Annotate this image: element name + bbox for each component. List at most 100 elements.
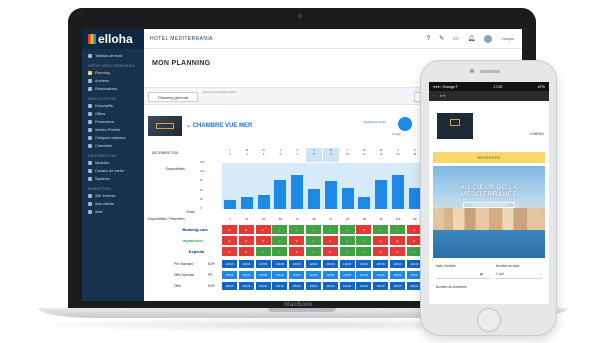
closed-cell[interactable]: ✕ bbox=[222, 236, 238, 245]
menu-button[interactable]: ≡ MENU bbox=[530, 132, 544, 136]
date-cell[interactable]: M5 bbox=[256, 148, 272, 162]
open-cell[interactable]: ✓ bbox=[322, 225, 339, 234]
date-cell[interactable]: D9 bbox=[322, 148, 339, 162]
price-cell[interactable]: 110,00 bbox=[322, 271, 339, 279]
back-icon[interactable]: ‹ bbox=[433, 94, 434, 98]
price-cell[interactable]: 120,00 bbox=[289, 260, 306, 268]
closed-cell[interactable]: ✕ bbox=[289, 247, 306, 256]
price-cell[interactable]: 110,00 bbox=[222, 271, 238, 279]
closed-cell[interactable]: ✕ bbox=[322, 247, 339, 256]
closed-cell[interactable]: ✕ bbox=[222, 225, 238, 234]
price-cell[interactable]: 120,00 bbox=[373, 260, 390, 268]
open-cell[interactable]: ✓ bbox=[356, 247, 373, 256]
price-cell[interactable]: 100,00 bbox=[390, 282, 406, 290]
open-cell[interactable]: ✓ bbox=[390, 225, 406, 234]
carousel-prev-icon[interactable]: ‹ bbox=[436, 206, 438, 212]
hero-cta-button[interactable]: TROUVER LES PLUS BELLES bbox=[463, 202, 515, 208]
language-selector[interactable]: fr ▾ bbox=[440, 94, 445, 98]
quick-edit-link[interactable]: Modification rapide bbox=[364, 121, 392, 124]
dispo-value[interactable]: 26 bbox=[340, 217, 356, 221]
closed-cell[interactable]: ✕ bbox=[238, 236, 255, 245]
closed-cell[interactable]: ✕ bbox=[238, 225, 255, 234]
book-banner[interactable]: RÉSERVER bbox=[433, 152, 545, 163]
open-cell[interactable]: ✓ bbox=[339, 247, 356, 256]
price-cell[interactable]: 100,00 bbox=[238, 282, 255, 290]
dispo-value[interactable]: 118 bbox=[390, 217, 406, 221]
closed-cell[interactable]: ✕ bbox=[356, 225, 373, 234]
dispo-value[interactable]: 5 bbox=[222, 217, 238, 221]
date-cell[interactable]: M 11 bbox=[356, 148, 372, 162]
tab-planning-general[interactable]: Planning général bbox=[148, 92, 198, 102]
home-button[interactable] bbox=[477, 308, 501, 332]
date-cell[interactable]: J 13 bbox=[390, 148, 406, 162]
dispo-value[interactable]: 31 bbox=[239, 217, 255, 221]
date-cell[interactable]: M 12 bbox=[373, 148, 389, 162]
closed-cell[interactable]: ✕ bbox=[390, 236, 406, 245]
price-cell[interactable]: 120,00 bbox=[255, 260, 272, 268]
date-cell[interactable]: L3 bbox=[222, 148, 238, 162]
price-cell[interactable]: 120,00 bbox=[356, 260, 373, 268]
price-cell[interactable]: 110,00 bbox=[238, 271, 255, 279]
closed-cell[interactable]: ✕ bbox=[255, 225, 272, 234]
price-cell[interactable]: 100,00 bbox=[222, 282, 238, 290]
room-title[interactable]: ⌄ CHAMBRE VUE MER bbox=[186, 122, 252, 129]
arrival-date-field[interactable]: ▦ bbox=[436, 270, 490, 279]
price-cell[interactable]: 100,00 bbox=[306, 282, 322, 290]
price-cell[interactable]: 100,00 bbox=[373, 282, 390, 290]
price-cell[interactable]: 110,00 bbox=[289, 271, 306, 279]
open-cell[interactable]: ✓ bbox=[339, 236, 356, 245]
price-cell[interactable]: 110,00 bbox=[272, 271, 289, 279]
price-cell[interactable]: 110,00 bbox=[306, 271, 322, 279]
price-cell[interactable]: 120,00 bbox=[222, 260, 238, 268]
dispo-value[interactable]: 29 bbox=[256, 217, 272, 221]
mode-toggle-button[interactable] bbox=[398, 117, 412, 131]
dispo-value[interactable]: 41 bbox=[289, 217, 305, 221]
dispo-value[interactable]: 80 bbox=[272, 217, 288, 221]
date-cell[interactable]: J6 bbox=[272, 148, 288, 162]
date-cell[interactable]: M4 bbox=[239, 148, 255, 162]
price-cell[interactable]: 110,00 bbox=[373, 271, 390, 279]
closed-cell[interactable]: ✕ bbox=[222, 247, 238, 256]
dispo-value[interactable]: 47 bbox=[323, 217, 339, 221]
date-cell[interactable]: L 10 bbox=[340, 148, 356, 162]
price-cell[interactable]: 120,00 bbox=[322, 260, 339, 268]
dispo-value[interactable]: 38 bbox=[356, 217, 372, 221]
hotel-logo[interactable] bbox=[437, 113, 473, 139]
price-cell[interactable]: 120,00 bbox=[238, 260, 255, 268]
price-cell[interactable]: 100,00 bbox=[356, 282, 373, 290]
price-cell[interactable]: 100,00 bbox=[272, 282, 289, 290]
price-cell[interactable]: 100,00 bbox=[255, 282, 272, 290]
open-cell[interactable]: ✓ bbox=[339, 225, 356, 234]
price-cell[interactable]: 100,00 bbox=[289, 282, 306, 290]
open-cell[interactable]: ✓ bbox=[356, 236, 373, 245]
closed-cell[interactable]: ✕ bbox=[255, 236, 272, 245]
carousel-next-icon[interactable]: › bbox=[537, 206, 539, 212]
price-cell[interactable]: 100,00 bbox=[339, 282, 356, 290]
open-cell[interactable]: ✓ bbox=[306, 236, 322, 245]
price-cell[interactable]: 110,00 bbox=[255, 271, 272, 279]
open-cell[interactable]: ✓ bbox=[272, 225, 289, 234]
open-cell[interactable]: ✓ bbox=[306, 247, 322, 256]
closed-cell[interactable]: ✕ bbox=[390, 247, 406, 256]
price-cell[interactable]: 110,00 bbox=[390, 271, 406, 279]
open-cell[interactable]: ✓ bbox=[255, 247, 272, 256]
dispo-value[interactable]: 59 bbox=[373, 217, 389, 221]
open-cell[interactable]: ✓ bbox=[272, 236, 289, 245]
price-cell[interactable]: 120,00 bbox=[339, 260, 356, 268]
closed-cell[interactable]: ✕ bbox=[322, 236, 339, 245]
dispo-value[interactable]: 28 bbox=[306, 217, 322, 221]
price-cell[interactable]: 110,00 bbox=[356, 271, 373, 279]
open-cell[interactable]: ✓ bbox=[373, 225, 390, 234]
closed-cell[interactable]: ✕ bbox=[238, 247, 255, 256]
price-cell[interactable]: 120,00 bbox=[306, 260, 322, 268]
phone-url-bar[interactable]: ‹ fr ▾ bbox=[429, 91, 549, 101]
closed-cell[interactable]: ✕ bbox=[373, 247, 390, 256]
price-cell[interactable]: 120,00 bbox=[390, 260, 406, 268]
nights-select[interactable]: 1 nuit ⌄ bbox=[496, 270, 542, 279]
open-cell[interactable]: ✓ bbox=[272, 247, 289, 256]
closed-cell[interactable]: ✕ bbox=[289, 236, 306, 245]
price-cell[interactable]: 110,00 bbox=[339, 271, 356, 279]
date-cell[interactable]: V7 bbox=[289, 148, 305, 162]
price-cell[interactable]: 120,00 bbox=[272, 260, 289, 268]
closed-cell[interactable]: ✕ bbox=[373, 236, 390, 245]
